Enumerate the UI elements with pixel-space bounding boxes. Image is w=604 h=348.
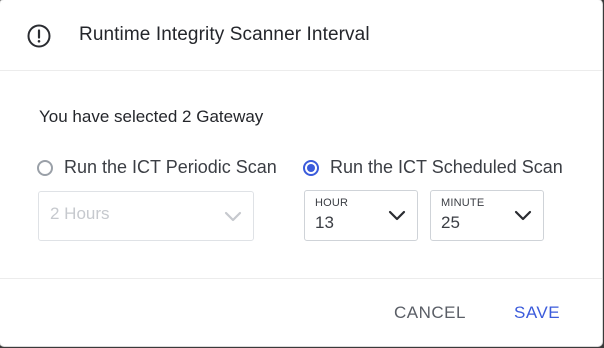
periodic-scan-label: Run the ICT Periodic Scan — [64, 157, 277, 177]
periodic-scan-option[interactable]: Run the ICT Periodic Scan — [37, 157, 277, 178]
hour-caption: HOUR — [315, 197, 349, 209]
scanner-interval-dialog: Runtime Integrity Scanner Interval You h… — [0, 0, 602, 346]
minute-value: 25 — [441, 213, 460, 232]
scheduled-scan-radio[interactable] — [303, 159, 319, 176]
chevron-down-icon — [388, 210, 406, 221]
chevron-down-icon — [514, 210, 532, 221]
minute-select[interactable]: MINUTE 25 — [430, 190, 544, 241]
periodic-interval-select: 2 Hours — [38, 191, 254, 241]
dialog-footer: CANCEL SAVE — [0, 278, 602, 346]
selection-summary: You have selected 2 Gateway — [39, 107, 264, 126]
save-button[interactable]: SAVE — [514, 303, 560, 323]
alert-circle-icon — [27, 24, 51, 48]
dialog-body: You have selected 2 Gateway Run the ICT … — [0, 71, 602, 277]
cancel-button[interactable]: CANCEL — [394, 303, 466, 323]
dialog-title: Runtime Integrity Scanner Interval — [79, 24, 370, 45]
hour-select[interactable]: HOUR 13 — [304, 190, 418, 241]
chevron-down-icon — [224, 211, 242, 222]
minute-caption: MINUTE — [441, 197, 485, 209]
hour-value: 13 — [315, 213, 334, 232]
scheduled-scan-label: Run the ICT Scheduled Scan — [330, 157, 563, 177]
scheduled-scan-option[interactable]: Run the ICT Scheduled Scan — [303, 157, 563, 178]
periodic-scan-radio[interactable] — [37, 159, 53, 176]
periodic-interval-value: 2 Hours — [50, 204, 110, 223]
dialog-header: Runtime Integrity Scanner Interval — [0, 0, 602, 71]
